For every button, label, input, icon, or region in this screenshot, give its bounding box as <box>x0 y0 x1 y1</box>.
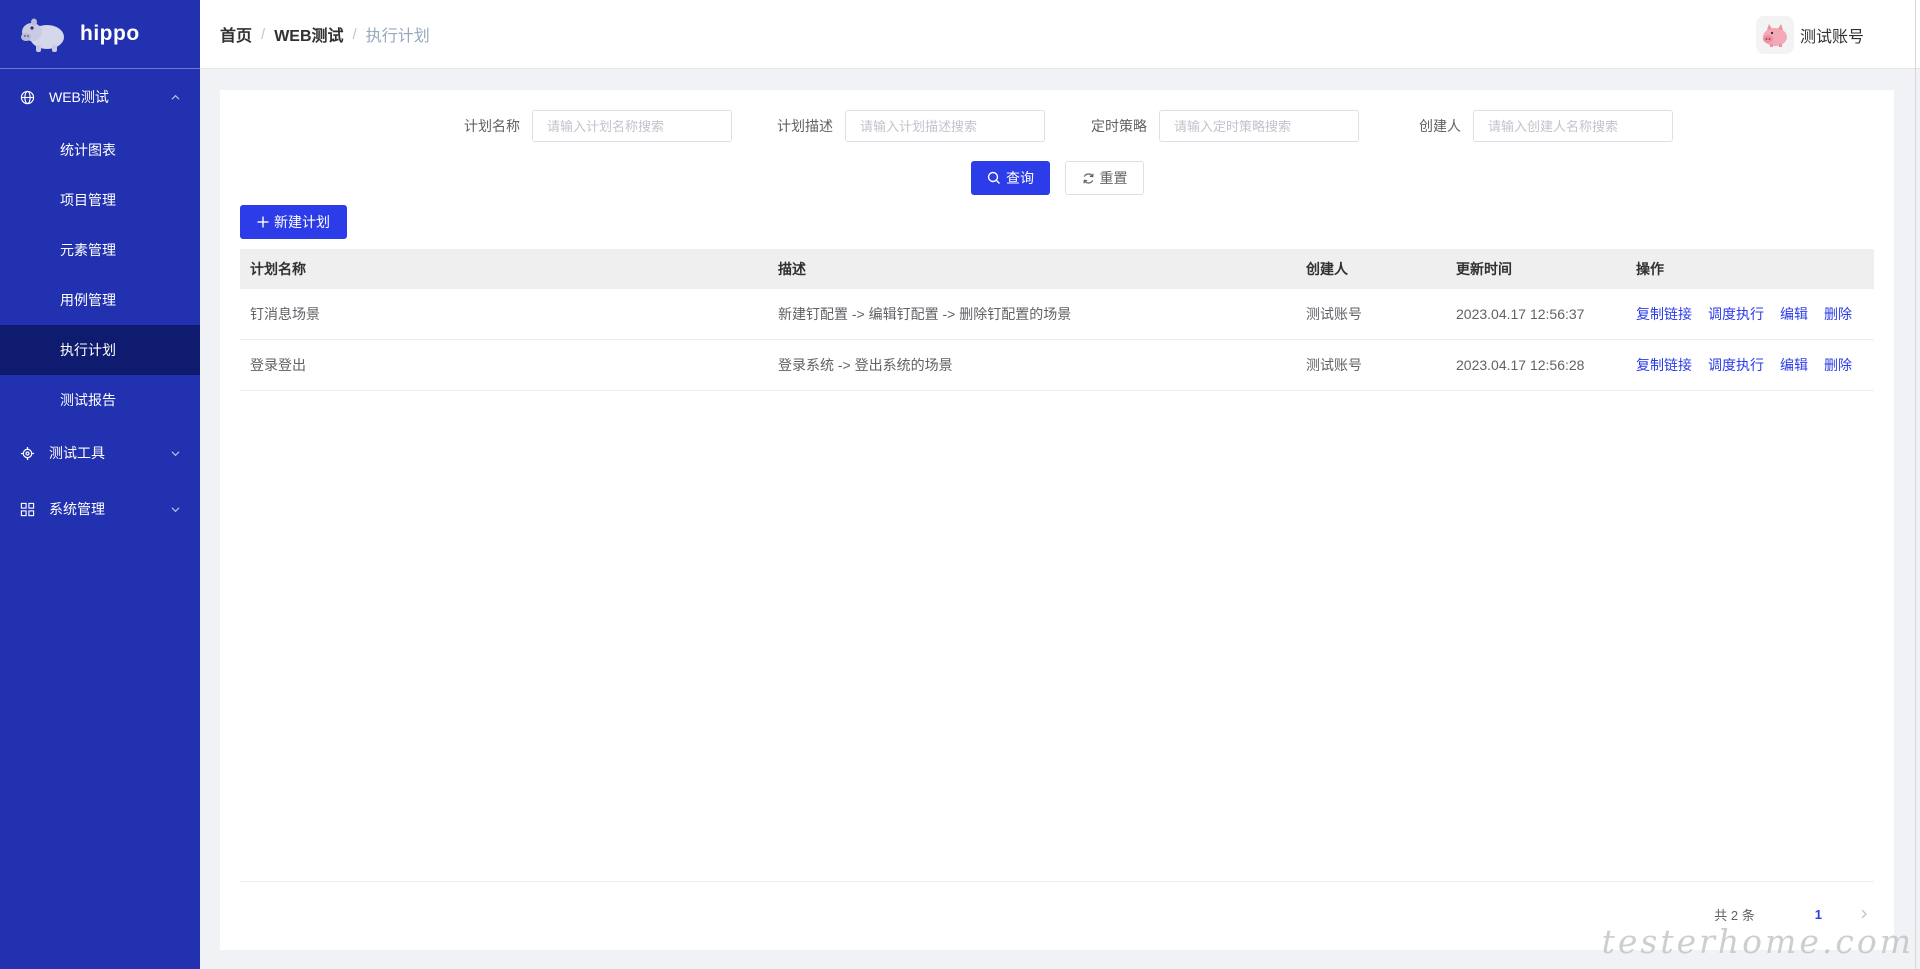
cell-updated: 2023.04.17 12:56:37 <box>1456 306 1585 322</box>
filter-plan-desc: 计划描述 <box>777 110 1045 142</box>
sidebar-item-stats-chart[interactable]: 统计图表 <box>0 125 200 175</box>
sidebar-item-test-report[interactable]: 测试报告 <box>0 375 200 425</box>
filter-form: 计划名称 计划描述 定时策略 创建人 <box>220 110 1894 142</box>
cell-desc: 新建钉配置 -> 编辑钉配置 -> 删除钉配置的场景 <box>778 306 1072 322</box>
cell-plan-name: 登录登出 <box>250 357 306 373</box>
gear-icon <box>20 446 35 460</box>
sidebar-item-element-mgmt[interactable]: 元素管理 <box>0 225 200 275</box>
filter-label: 计划名称 <box>464 118 520 134</box>
app-name: hippo <box>80 22 140 45</box>
column-header-updated: 更新时间 <box>1456 261 1512 277</box>
next-page-button[interactable] <box>1854 904 1874 924</box>
chevron-right-icon <box>1861 909 1867 919</box>
breadcrumb-home[interactable]: 首页 <box>220 22 252 46</box>
filter-schedule: 定时策略 <box>1091 110 1359 142</box>
plan-name-input[interactable] <box>532 110 732 142</box>
pagination: 共 2 条 1 <box>1714 904 1874 924</box>
breadcrumb-current: 执行计划 <box>365 28 430 45</box>
sidebar-item-label: 统计图表 <box>60 142 116 158</box>
schedule-run-button[interactable]: 调度执行 <box>1708 304 1764 324</box>
column-header-desc: 描述 <box>778 261 806 277</box>
cell-creator: 测试账号 <box>1306 306 1362 322</box>
copy-link-button[interactable]: 复制链接 <box>1636 304 1692 324</box>
sidebar-item-label: 测试报告 <box>60 392 116 408</box>
watermark: testerhome.com <box>1601 922 1914 961</box>
filter-creator: 创建人 <box>1419 110 1673 142</box>
filter-label: 定时策略 <box>1091 118 1147 134</box>
delete-button[interactable]: 删除 <box>1824 304 1852 324</box>
sidebar-group-system-mgmt[interactable]: 系统管理 <box>0 481 200 537</box>
delete-button[interactable]: 删除 <box>1824 355 1852 375</box>
search-icon <box>987 171 1000 184</box>
copy-link-button[interactable]: 复制链接 <box>1636 355 1692 375</box>
table-row: 钉消息场景 新建钉配置 -> 编辑钉配置 -> 删除钉配置的场景 测试账号 20… <box>240 289 1874 340</box>
sidebar-item-exec-plan[interactable]: 执行计划 <box>0 325 200 375</box>
cell-actions: 复制链接 调度执行 编辑 删除 <box>1626 304 1874 324</box>
cell-updated: 2023.04.17 12:56:28 <box>1456 357 1585 373</box>
page-scrollbar-track <box>1915 0 1916 969</box>
breadcrumb: 首页 / WEB测试 / 执行计划 <box>220 22 430 46</box>
new-plan-button[interactable]: 新建计划 <box>240 205 347 239</box>
sidebar-item-case-mgmt[interactable]: 用例管理 <box>0 275 200 325</box>
column-header-name: 计划名称 <box>250 261 306 277</box>
table-row: 登录登出 登录系统 -> 登出系统的场景 测试账号 2023.04.17 12:… <box>240 340 1874 391</box>
plan-desc-input[interactable] <box>845 110 1045 142</box>
sidebar-item-label: 项目管理 <box>60 192 116 208</box>
sidebar: hippo WEB测试 统计图表 项目管理 元素管理 用例管理 执行计划 测试报… <box>0 0 200 969</box>
edit-button[interactable]: 编辑 <box>1780 355 1808 375</box>
search-button[interactable]: 查询 <box>971 161 1050 195</box>
table-header: 计划名称 描述 创建人 更新时间 操作 <box>240 249 1874 289</box>
schedule-input[interactable] <box>1159 110 1359 142</box>
reset-button-label: 重置 <box>1099 170 1128 186</box>
reset-button[interactable]: 重置 <box>1065 161 1144 195</box>
pagination-total: 共 2 条 <box>1714 907 1755 923</box>
sidebar-item-label: 执行计划 <box>60 342 116 358</box>
cell-actions: 复制链接 调度执行 编辑 删除 <box>1626 355 1874 375</box>
search-button-label: 查询 <box>1006 170 1034 186</box>
breadcrumb-separator: / <box>261 25 266 43</box>
refresh-icon <box>1082 172 1094 184</box>
sidebar-group-test-tools[interactable]: 测试工具 <box>0 425 200 481</box>
sidebar-item-project-mgmt[interactable]: 项目管理 <box>0 175 200 225</box>
sidebar-group-web-test[interactable]: WEB测试 <box>0 69 200 125</box>
filter-label: 创建人 <box>1419 118 1461 134</box>
page-number-current[interactable]: 1 <box>1809 907 1828 922</box>
top-header: 首页 / WEB测试 / 执行计划 测试账号 <box>200 0 1920 69</box>
sidebar-item-label: 用例管理 <box>60 292 116 308</box>
chevron-up-icon <box>171 94 180 100</box>
plan-list-card: 计划名称 计划描述 定时策略 创建人 查询 重置 新建计划 计划名称 描述 创建… <box>220 90 1894 950</box>
cell-creator: 测试账号 <box>1306 357 1362 373</box>
sidebar-group-label: 测试工具 <box>49 445 105 461</box>
breadcrumb-separator: / <box>352 25 357 43</box>
plus-icon <box>257 216 269 228</box>
plan-table: 计划名称 描述 创建人 更新时间 操作 钉消息场景 新建钉配置 -> 编辑钉配置… <box>240 249 1874 391</box>
breadcrumb-web-test[interactable]: WEB测试 <box>274 22 343 46</box>
column-header-actions: 操作 <box>1636 261 1664 277</box>
sidebar-group-label: 系统管理 <box>49 501 105 517</box>
globe-icon <box>20 90 35 104</box>
schedule-run-button[interactable]: 调度执行 <box>1708 355 1764 375</box>
sidebar-group-label: WEB测试 <box>49 89 109 105</box>
pig-avatar-icon <box>1762 24 1787 47</box>
sidebar-menu: WEB测试 统计图表 项目管理 元素管理 用例管理 执行计划 测试报告 测试工具… <box>0 69 200 537</box>
logo[interactable]: hippo <box>0 0 200 69</box>
divider <box>240 881 1874 882</box>
filter-label: 计划描述 <box>777 118 833 134</box>
column-header-creator: 创建人 <box>1306 261 1348 277</box>
user-menu[interactable]: 测试账号 <box>1755 16 1864 54</box>
avatar <box>1755 16 1794 54</box>
user-name: 测试账号 <box>1799 29 1864 46</box>
edit-button[interactable]: 编辑 <box>1780 304 1808 324</box>
sidebar-item-label: 元素管理 <box>60 242 116 258</box>
chevron-down-icon <box>171 507 180 513</box>
hippo-logo-icon <box>21 18 64 52</box>
cell-desc: 登录系统 -> 登出系统的场景 <box>778 357 953 373</box>
cell-plan-name: 钉消息场景 <box>250 306 320 322</box>
filter-plan-name: 计划名称 <box>464 110 732 142</box>
new-plan-button-label: 新建计划 <box>274 214 330 230</box>
creator-input[interactable] <box>1473 110 1673 142</box>
grid-icon <box>20 502 35 516</box>
chevron-down-icon <box>171 451 180 457</box>
